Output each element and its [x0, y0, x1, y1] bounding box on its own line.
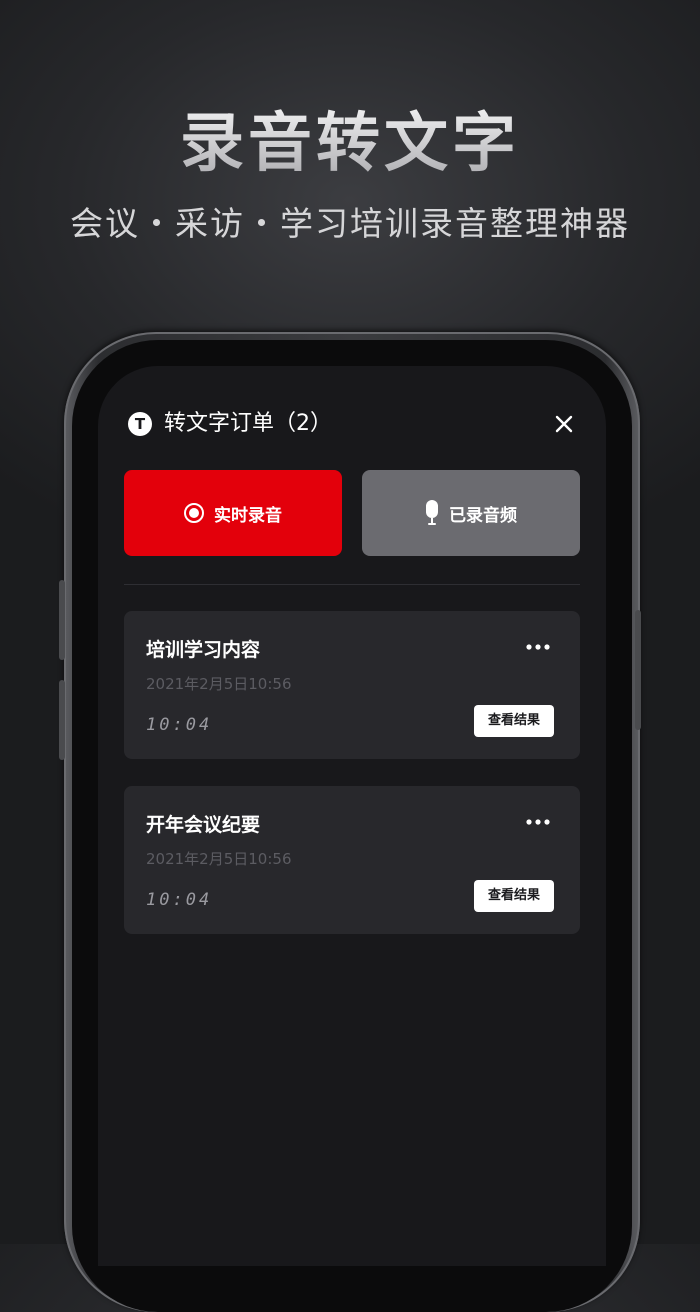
- view-result-button[interactable]: 查看结果: [474, 705, 554, 737]
- order-title: 培训学习内容: [146, 639, 261, 661]
- hero-subtitle: 会议・采访・学习培训录音整理神器: [70, 204, 630, 243]
- phone-side-button-right: [635, 610, 641, 730]
- record-icon: [184, 503, 204, 523]
- live-record-label: 实时录音: [214, 505, 282, 526]
- order-duration: 10:04: [146, 890, 213, 910]
- order-card[interactable]: 培训学习内容 2021年2月5日10:56 10:04 查看结果: [124, 611, 580, 759]
- phone-side-button-left-2: [59, 680, 65, 760]
- order-card[interactable]: 开年会议纪要 2021年2月5日10:56 10:04 查看结果: [124, 786, 580, 934]
- more-options-icon[interactable]: [526, 643, 550, 651]
- brand-icon: T: [128, 412, 152, 436]
- close-icon[interactable]: [554, 414, 574, 434]
- phone-side-button-left: [59, 580, 65, 660]
- divider: [124, 584, 580, 585]
- recorded-audio-label: 已录音频: [449, 505, 517, 526]
- header-title: 转文字订单（2）: [164, 411, 332, 436]
- hero-title: 录音转文字: [0, 104, 700, 184]
- app-screen: T 转文字订单（2） 实时录音 已录音频 培训学习内容 2021年2月5日10:…: [98, 366, 606, 1266]
- header: T 转文字订单（2）: [128, 408, 576, 440]
- order-duration: 10:04: [146, 715, 213, 735]
- order-title: 开年会议纪要: [146, 814, 261, 836]
- order-time: 2021年2月5日10:56: [146, 675, 292, 693]
- order-time: 2021年2月5日10:56: [146, 850, 292, 868]
- microphone-icon: [426, 500, 438, 525]
- more-options-icon[interactable]: [526, 818, 550, 826]
- view-result-button[interactable]: 查看结果: [474, 880, 554, 912]
- recorded-audio-button[interactable]: 已录音频: [362, 470, 580, 556]
- live-record-button[interactable]: 实时录音: [124, 470, 342, 556]
